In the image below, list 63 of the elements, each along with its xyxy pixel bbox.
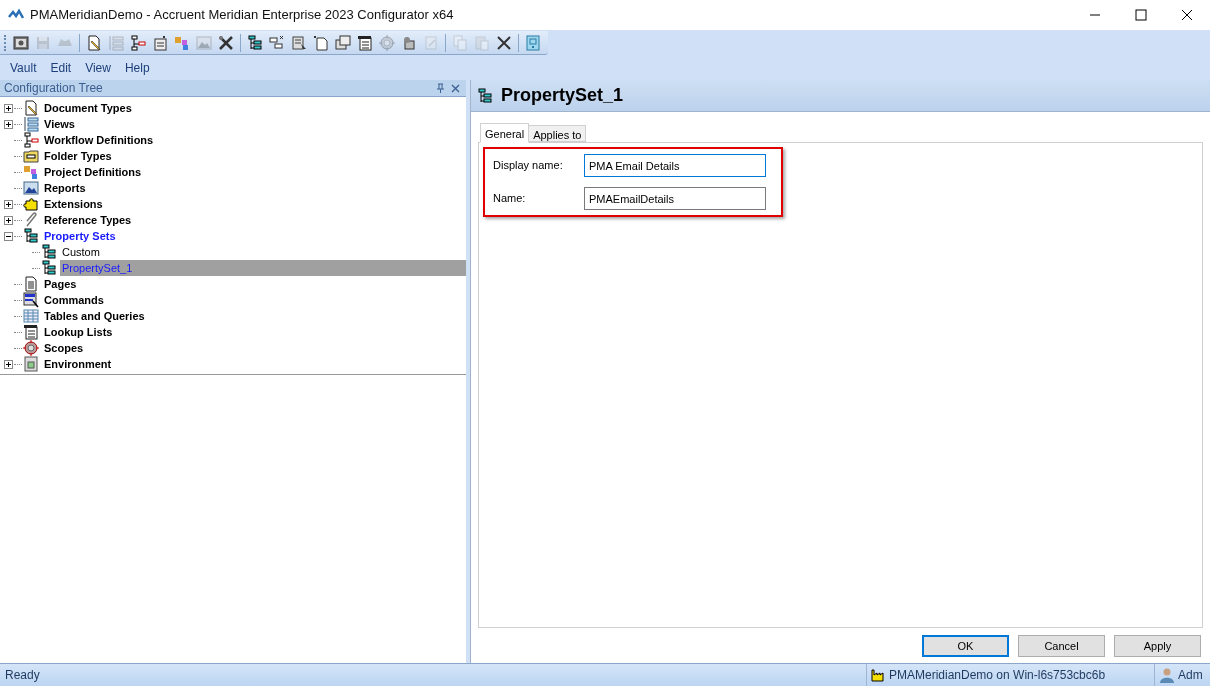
user-icon xyxy=(1159,667,1175,683)
tree-item[interactable]: Scopes xyxy=(42,340,86,356)
flowchart-icon xyxy=(23,132,39,148)
list-icon xyxy=(23,116,39,132)
picture-icon xyxy=(23,180,39,196)
folder-icon xyxy=(23,148,39,164)
checklist-icon xyxy=(23,324,39,340)
input-field[interactable]: PMAEmailDetails xyxy=(584,187,766,210)
tree-item[interactable]: Reports xyxy=(42,180,88,196)
dialog-button[interactable]: OK xyxy=(922,635,1009,657)
dialog-button[interactable]: Apply xyxy=(1114,635,1201,657)
editor-title: PropertySet_1 xyxy=(501,84,624,107)
close-icon[interactable] xyxy=(451,83,460,93)
tab[interactable]: Applies to xyxy=(529,125,587,142)
tree-item[interactable]: Property Sets xyxy=(42,228,118,244)
tree-item[interactable]: Workflow Definitions xyxy=(42,132,156,148)
dialog-button[interactable]: Cancel xyxy=(1018,635,1105,657)
expand-toggle[interactable] xyxy=(4,199,13,209)
field-label: Display name: xyxy=(493,158,564,174)
tree-item[interactable]: Extensions xyxy=(42,196,105,212)
hierarchy-icon xyxy=(41,244,57,260)
connection-text: PMAMeridianDemo on Win-l6s753cbc6b xyxy=(889,667,1106,684)
panel-title: Configuration Tree xyxy=(4,80,104,97)
cubes-icon xyxy=(23,164,39,180)
window-title: PMAMeridianDemo - Accruent Meridian Enterprise 2023 Configurator x64 xyxy=(30,6,455,25)
document-pencil-icon xyxy=(23,100,39,116)
tree-item[interactable]: Custom xyxy=(60,244,102,260)
hierarchy-icon xyxy=(477,87,493,104)
expand-toggle[interactable] xyxy=(4,215,13,225)
menu-item[interactable]: Vault xyxy=(3,59,44,77)
tree-item[interactable]: Views xyxy=(42,116,77,132)
menu-item[interactable]: Help xyxy=(117,59,157,77)
window-picture-icon xyxy=(23,356,39,372)
tree-item[interactable]: Tables and Queries xyxy=(42,308,147,324)
puzzle-piece-icon xyxy=(23,196,39,212)
collapse-toggle[interactable] xyxy=(4,231,13,241)
factory-icon xyxy=(871,668,885,682)
expand-toggle[interactable] xyxy=(4,119,13,129)
menu-item[interactable]: View xyxy=(78,59,118,77)
menu-item[interactable]: Edit xyxy=(43,59,79,77)
tree-item[interactable]: Reference Types xyxy=(42,212,134,228)
field-label: Name: xyxy=(493,191,527,207)
status-text: Ready xyxy=(4,667,41,684)
input-field[interactable]: PMA Email Details xyxy=(584,154,766,177)
tree-item[interactable]: Commands xyxy=(42,292,106,308)
paperclip-icon xyxy=(23,212,39,228)
tree-item[interactable]: Document Types xyxy=(42,100,134,116)
user-name: Adm xyxy=(1178,667,1203,684)
window-cursor-icon xyxy=(23,292,39,308)
tree-item[interactable]: Pages xyxy=(42,276,79,292)
tree-item[interactable]: Lookup Lists xyxy=(42,324,115,340)
target-icon xyxy=(23,340,39,356)
tree-item[interactable]: Folder Types xyxy=(42,148,114,164)
hierarchy-icon xyxy=(41,260,57,276)
document-icon xyxy=(23,276,39,292)
tree-item[interactable]: Environment xyxy=(42,356,114,372)
tab[interactable]: General xyxy=(480,123,530,143)
pin-icon[interactable] xyxy=(436,83,445,93)
tree-item[interactable]: Project Definitions xyxy=(42,164,144,180)
expand-toggle[interactable] xyxy=(4,359,13,369)
expand-toggle[interactable] xyxy=(4,103,13,113)
hierarchy-icon xyxy=(23,228,39,244)
table-icon xyxy=(23,308,39,324)
